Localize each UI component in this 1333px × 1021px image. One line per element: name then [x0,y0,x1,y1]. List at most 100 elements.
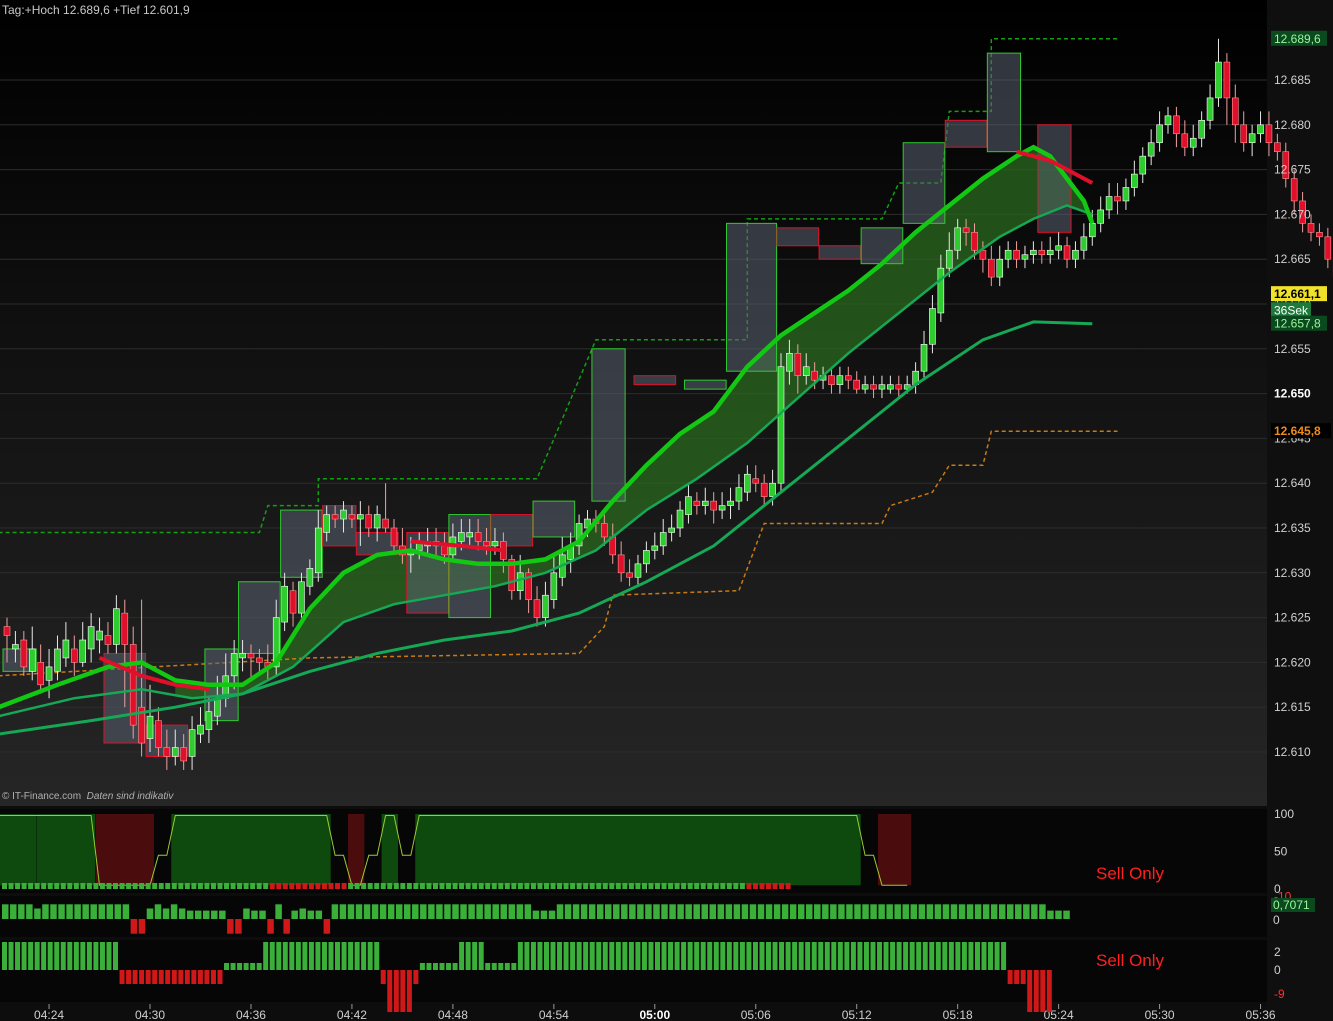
momentum-bar [459,942,465,970]
candle-body [878,384,886,390]
time-tick-label: 04:24 [34,1008,64,1021]
candle-body [1013,249,1020,260]
stoch-signal-bar [165,883,171,889]
stoch-signal-bar [674,883,680,889]
candle-body [121,612,129,645]
stoch-signal-bar [139,883,145,889]
candle-body [920,344,928,372]
momentum-bar [15,942,21,970]
momentum-bar [903,942,909,970]
price-tick-label: 12.635 [1274,521,1311,535]
candle-body [668,527,675,533]
momentum-bar [28,942,34,970]
corr-bar [757,904,765,919]
stoch-signal-bar [197,883,203,889]
momentum-bar [504,963,510,970]
corr-bar [412,904,419,919]
momentum-bar [113,942,119,970]
price-tick-label: 12.650 [1274,387,1311,401]
corr-bar [1015,904,1022,919]
corr-bar [942,904,950,919]
stoch-signal-bar [86,883,92,889]
corr-bar [822,904,829,919]
time-tick-label: 05:18 [943,1008,973,1021]
momentum-bar [432,963,438,970]
candle-body [37,662,44,686]
time-tick-label: 05:30 [1145,1008,1175,1021]
candle-body [1147,142,1155,157]
momentum-bar [158,970,164,984]
corr-bar [910,904,918,919]
stoch-signal-bar [602,883,608,889]
stoch-signal-bar [785,883,791,889]
momentum-tick-label: 2 [1274,945,1281,959]
momentum-bar [230,963,236,970]
momentum-bar [54,942,60,970]
corr-bar [862,904,869,919]
candle-body [483,541,490,547]
candle-body [104,635,112,645]
corr-bar [1055,910,1062,919]
candle-body [1173,115,1180,135]
momentum-bar [824,942,830,970]
momentum-bar [720,942,726,970]
momentum-bar [779,942,785,970]
momentum-bar [968,942,974,970]
candle-body [1072,249,1079,260]
stoch-signal-bar [465,883,471,889]
corr-bar [219,910,226,919]
range-box [986,52,1022,153]
corr-bar [291,910,298,919]
corr-bar [749,904,757,919]
corr-bar [347,904,355,919]
momentum-bar [576,942,582,970]
corr-bar [259,910,266,919]
stoch-signal-bar [328,883,334,889]
corr-bar [982,904,990,919]
candle-body [373,514,381,529]
momentum-bar [1033,970,1039,1012]
stoch-signal-bar [504,883,510,889]
stoch-signal-bar [184,883,190,889]
corr-bar [371,904,379,919]
momentum-bar [191,970,197,984]
stoch-signal-bar [67,883,73,889]
momentum-bar [844,942,850,970]
stoch-green-zone [36,814,96,886]
momentum-bar [746,942,752,970]
candle-body [340,509,347,520]
momentum-bar [726,942,732,970]
candle-body [895,384,903,390]
price-tick-label: 12.610 [1274,745,1311,759]
corr-bar [355,904,363,919]
momentum-bar [974,942,980,970]
stoch-signal-bar [15,883,21,889]
candle-body [786,352,793,372]
range-box [776,227,820,247]
momentum-bar [570,942,576,970]
momentum-bar [857,942,863,970]
corr-bar [934,904,942,919]
candle-body [693,500,701,506]
candle-body [28,648,36,672]
momentum-bar [981,942,987,970]
candle-body [1316,232,1323,238]
momentum-bar [792,942,798,970]
momentum-bar [93,942,99,970]
candle-body [289,590,297,614]
momentum-bar [850,942,856,970]
momentum-bar [811,942,817,970]
corr-bar [154,904,162,919]
momentum-bar [139,970,145,984]
stoch-signal-bar [400,883,406,889]
momentum-bar [805,942,811,970]
momentum-bar [308,942,314,970]
momentum-bar [935,942,941,970]
corr-bar [605,904,612,919]
range-box [532,500,576,538]
momentum-bar [550,942,556,970]
momentum-bar [557,942,563,970]
candle-body [1156,124,1163,144]
momentum-bar [870,942,876,970]
candle-body [171,747,179,757]
